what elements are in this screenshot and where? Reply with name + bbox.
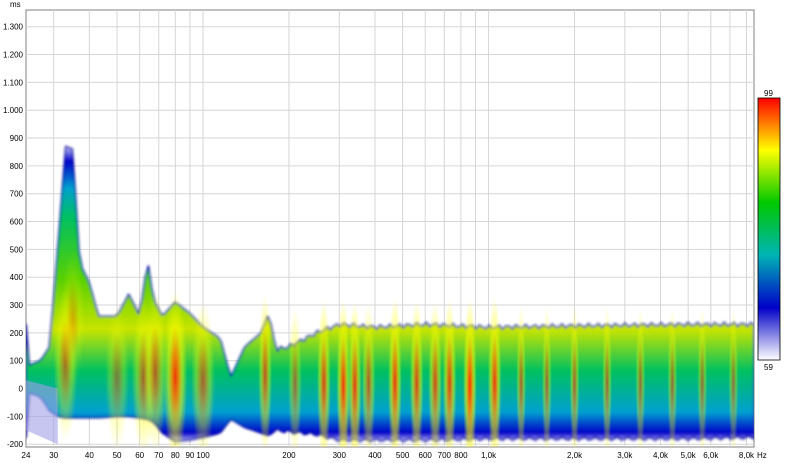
x-tick-label: 600: [419, 451, 433, 460]
resonance-hotspot: [442, 299, 457, 447]
y-tick-label: 500: [10, 245, 24, 254]
x-tick-label: 24: [22, 451, 31, 460]
colorbar: 99 59: [757, 89, 781, 372]
resonance-hotspot: [667, 307, 678, 447]
y-tick-label: -200: [7, 440, 24, 449]
y-tick-label: 600: [10, 218, 24, 227]
x-tick-label: 90: [185, 451, 194, 460]
resonance-hotspot: [191, 302, 215, 447]
resonance-hotspot: [635, 307, 646, 447]
x-tick-label: 700: [438, 451, 452, 460]
resonance-hotspot: [316, 300, 331, 447]
y-tick-label: -100: [7, 412, 24, 421]
y-tick-label: 700: [10, 190, 24, 199]
y-tick-label: 300: [10, 301, 24, 310]
resonance-hotspot: [697, 307, 708, 447]
resonance-hotspot: [428, 301, 443, 447]
x-tick-label: 70: [154, 451, 163, 460]
x-axis-label: Hz: [757, 451, 767, 460]
x-tick-label: 500: [396, 451, 410, 460]
resonance-hotspot: [387, 297, 402, 447]
y-tick-label: 1.100: [3, 78, 24, 87]
resonance-hotspot: [258, 294, 273, 447]
resonance-hotspot: [602, 306, 613, 447]
y-tick-label: 900: [10, 134, 24, 143]
colorbar-min-label: 59: [764, 363, 773, 372]
resonance-hotspot: [728, 308, 739, 447]
y-axis-ticks: -200 -100 0 100 200 300 400 500 600 700 800 900 1.00…: [3, 23, 24, 450]
x-tick-label: 2,0k: [567, 451, 583, 460]
resonance-hotspot: [569, 305, 580, 447]
resonance-hotspot: [541, 306, 552, 447]
y-axis-label: ms: [10, 0, 21, 9]
resonance-hotspot: [347, 301, 362, 447]
x-tick-label: 50: [113, 451, 122, 460]
x-tick-label: 4,0k: [653, 451, 669, 460]
x-tick-label: 60: [135, 451, 144, 460]
x-tick-label: 80: [171, 451, 180, 460]
resonance-hotspot: [60, 249, 85, 388]
colorbar-max-label: 99: [764, 89, 773, 98]
resonance-hotspot: [516, 305, 527, 447]
y-tick-label: 400: [10, 273, 24, 282]
x-tick-label: 1,0k: [481, 451, 497, 460]
x-tick-label: 300: [333, 451, 347, 460]
x-tick-label: 8,0k: [739, 451, 755, 460]
resonance-hotspot: [409, 300, 424, 447]
y-tick-label: 800: [10, 162, 24, 171]
resonance-hotspot: [361, 304, 376, 447]
x-tick-label: 400: [368, 451, 382, 460]
y-tick-label: 100: [10, 357, 24, 366]
x-axis-ticks: 24 30 40 50 60 70 80 90 100 200 300 400 500 600 700 800…: [22, 451, 755, 460]
y-tick-label: 1.200: [3, 51, 24, 60]
y-tick-label: 0: [19, 385, 24, 394]
x-tick-label: 5,0k: [681, 451, 697, 460]
resonance-hotspot: [163, 290, 188, 447]
x-tick-label: 200: [282, 451, 296, 460]
x-tick-label: 40: [85, 451, 94, 460]
y-tick-label: 200: [10, 329, 24, 338]
resonance-hotspot: [288, 307, 303, 447]
waterfall-chart: -200-10001002003004005006007008009001.00…: [3, 0, 781, 460]
y-tick-label: 1.000: [3, 106, 24, 115]
resonance-hotspot: [487, 297, 502, 447]
x-tick-label: 3,0k: [617, 451, 633, 460]
x-tick-label: 800: [454, 451, 468, 460]
x-tick-label: 6,0k: [703, 451, 719, 460]
colorbar-ramp: [757, 97, 781, 361]
x-tick-label: 100: [196, 451, 210, 460]
x-tick-label: 30: [49, 451, 58, 460]
resonance-hotspot: [105, 304, 130, 447]
y-tick-label: 1.300: [3, 23, 24, 32]
